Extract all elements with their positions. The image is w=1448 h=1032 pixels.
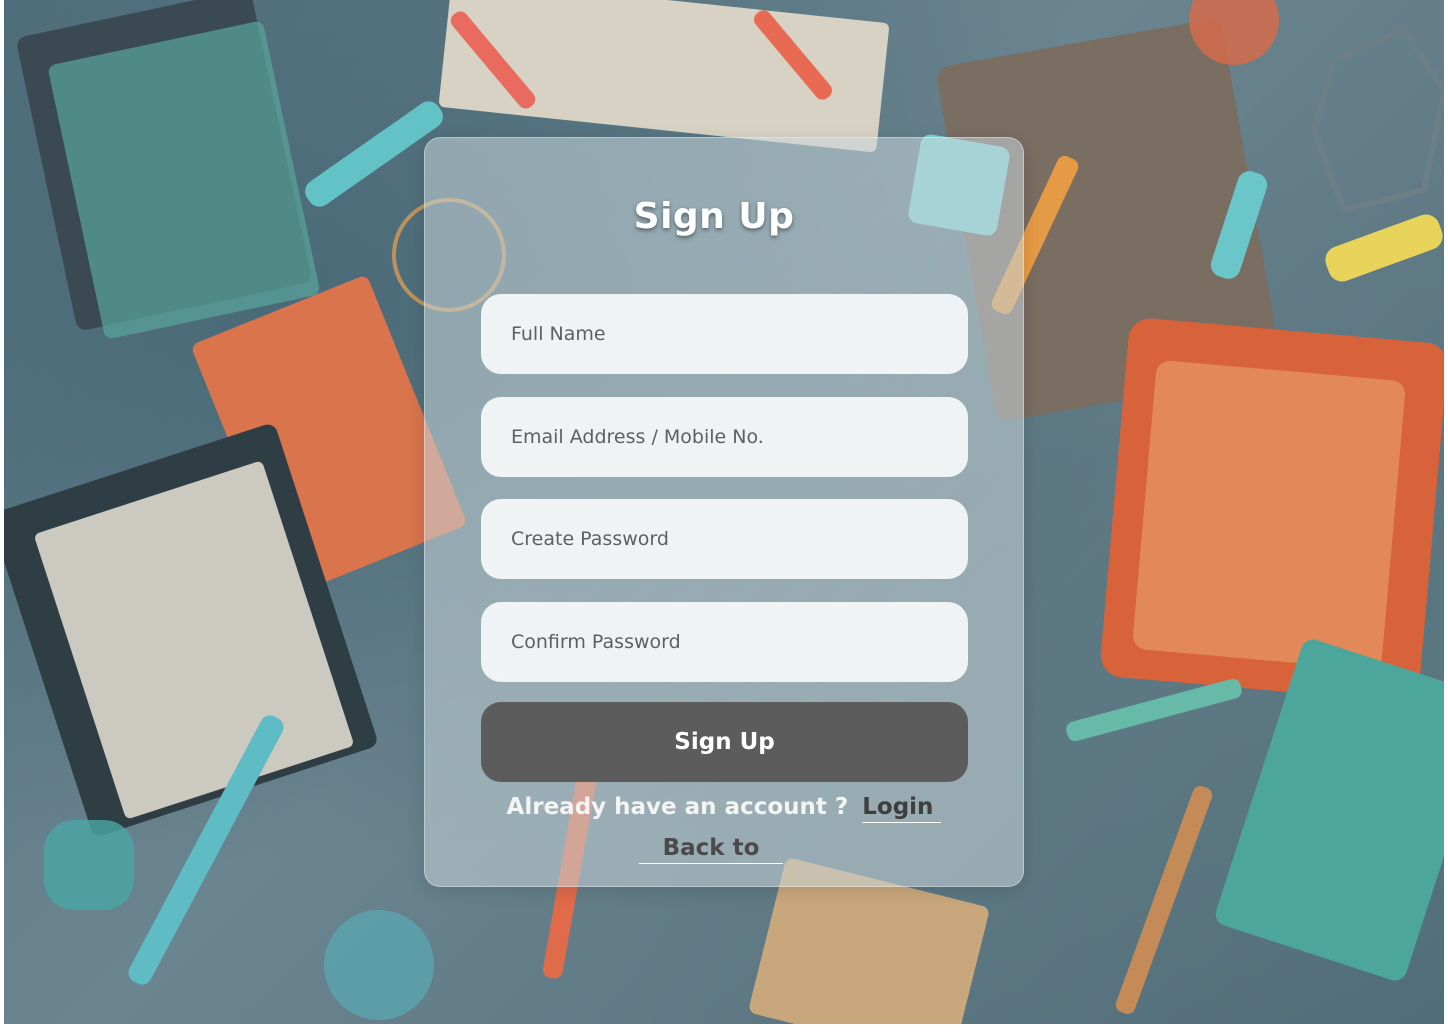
confirm-password-input[interactable] (481, 602, 968, 682)
sign-up-button[interactable]: Sign Up (481, 702, 968, 782)
login-prompt-row: Already have an account ? Login (0, 794, 1448, 823)
full-name-input[interactable] (481, 294, 968, 374)
login-prompt-text: Already have an account ? (506, 794, 849, 820)
create-password-input[interactable] (481, 499, 968, 579)
page-title: Sign Up (633, 196, 795, 237)
email-mobile-input[interactable] (481, 397, 968, 477)
back-link[interactable]: Back to (639, 835, 783, 864)
signup-page: Sign Up Sign Up Already have an account … (0, 0, 1448, 1032)
login-link[interactable]: Login (862, 794, 942, 823)
